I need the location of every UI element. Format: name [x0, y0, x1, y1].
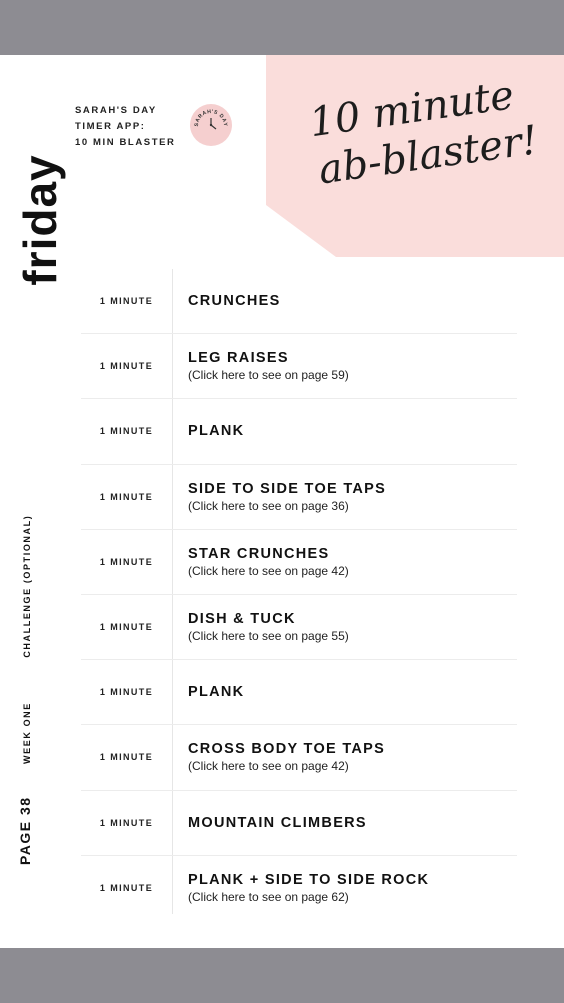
- exercise-row[interactable]: 1 MINUTE SIDE TO SIDE TOE TAPS (Click here…: [81, 465, 517, 530]
- clock-logo-icon: SARAH'S DAY: [194, 109, 228, 130]
- exercise-details: LEG RAISES (Click here to see on page 59): [172, 349, 349, 383]
- exercise-list: 1 MINUTE CRUNCHES 1 MINUTE LEG RAISES (Click…: [81, 269, 517, 921]
- exercise-details: STAR CRUNCHES (Click here to see on page …: [172, 545, 349, 579]
- exercise-row: 1 MINUTE CRUNCHES: [81, 269, 517, 335]
- exercise-row[interactable]: 1 MINUTE DISH & TUCK (Click here to see on…: [81, 595, 517, 661]
- exercise-duration: 1 MINUTE: [99, 556, 154, 567]
- exercise-page-link[interactable]: (Click here to see on page 55): [188, 628, 349, 644]
- exercise-row[interactable]: 1 MINUTE STAR CRUNCHES (Click here to see …: [81, 530, 517, 595]
- exercise-page-link[interactable]: (Click here to see on page 42): [188, 563, 349, 579]
- timer-app-label: SARAH'S DAY TIMER APP: 10 MIN BLASTER: [75, 103, 176, 151]
- exercise-duration: 1 MINUTE: [99, 687, 154, 698]
- exercise-details: CROSS BODY TOE TAPS (Click here to see on…: [172, 740, 385, 774]
- exercise-duration: 1 MINUTE: [99, 491, 154, 502]
- exercise-row: 1 MINUTE PLANK: [81, 399, 517, 465]
- exercise-details: PLANK + SIDE TO SIDE ROCK (Click here to …: [172, 871, 429, 905]
- exercise-page-link[interactable]: (Click here to see on page 36): [188, 498, 386, 514]
- side-footer: PAGE 38 WEEK ONE CHALLENGE (OPTIONAL): [17, 515, 35, 865]
- exercise-duration: 1 MINUTE: [99, 622, 154, 633]
- title-panel: 10 minute ab-blaster!: [266, 55, 564, 257]
- exercise-duration: 1 MINUTE: [99, 752, 154, 763]
- label-line-1: SARAH'S DAY: [75, 105, 157, 116]
- label-line-3: 10 MIN BLASTER: [75, 137, 176, 148]
- exercise-duration: 1 MINUTE: [99, 817, 154, 828]
- exercise-row: 1 MINUTE PLANK: [81, 660, 517, 726]
- exercise-row[interactable]: 1 MINUTE PLANK + SIDE TO SIDE ROCK (Click …: [81, 856, 517, 921]
- exercise-page-link[interactable]: (Click here to see on page 59): [188, 367, 349, 383]
- exercise-name: MOUNTAIN CLIMBERS: [188, 814, 367, 831]
- page-number: PAGE 38: [17, 796, 33, 865]
- exercise-name: PLANK: [188, 684, 245, 701]
- workout-title: 10 minute ab-blaster!: [266, 65, 564, 202]
- exercise-duration: 1 MINUTE: [99, 426, 154, 437]
- section-label: CHALLENGE (OPTIONAL): [22, 514, 32, 658]
- exercise-page-link[interactable]: (Click here to see on page 42): [188, 758, 385, 774]
- exercise-name: CRUNCHES: [188, 293, 281, 310]
- exercise-row: 1 MINUTE MOUNTAIN CLIMBERS: [81, 791, 517, 856]
- label-line-2: TIMER APP:: [75, 121, 146, 132]
- exercise-name: PLANK + SIDE TO SIDE ROCK: [188, 872, 430, 889]
- exercise-name: PLANK: [188, 423, 245, 440]
- exercise-name: STAR CRUNCHES: [188, 545, 330, 562]
- exercise-name: DISH & TUCK: [188, 611, 296, 628]
- exercise-row[interactable]: 1 MINUTE CROSS BODY TOE TAPS (Click here t…: [81, 725, 517, 791]
- exercise-details: PLANK: [172, 422, 244, 440]
- workout-page: friday SARAH'S DAY TIMER APP: 10 MIN BLA…: [0, 55, 564, 948]
- exercise-name: CROSS BODY TOE TAPS: [188, 741, 386, 758]
- exercise-duration: 1 MINUTE: [99, 361, 154, 372]
- exercise-details: PLANK: [172, 683, 244, 701]
- exercise-details: MOUNTAIN CLIMBERS: [172, 814, 367, 832]
- exercise-page-link[interactable]: (Click here to see on page 62): [188, 889, 429, 905]
- exercise-duration: 1 MINUTE: [99, 883, 154, 894]
- sarahs-day-logo[interactable]: SARAH'S DAY: [190, 104, 232, 146]
- exercise-details: CRUNCHES: [172, 292, 281, 310]
- exercise-name: LEG RAISES: [188, 350, 289, 367]
- exercise-row[interactable]: 1 MINUTE LEG RAISES (Click here to see on …: [81, 334, 517, 400]
- week-label: WEEK ONE: [22, 702, 32, 764]
- exercise-name: SIDE TO SIDE TOE TAPS: [188, 480, 387, 497]
- exercise-details: DISH & TUCK (Click here to see on page 55…: [172, 610, 349, 644]
- day-title: friday: [14, 154, 66, 286]
- exercise-details: SIDE TO SIDE TOE TAPS (Click here to see …: [172, 480, 386, 514]
- exercise-duration: 1 MINUTE: [99, 296, 154, 307]
